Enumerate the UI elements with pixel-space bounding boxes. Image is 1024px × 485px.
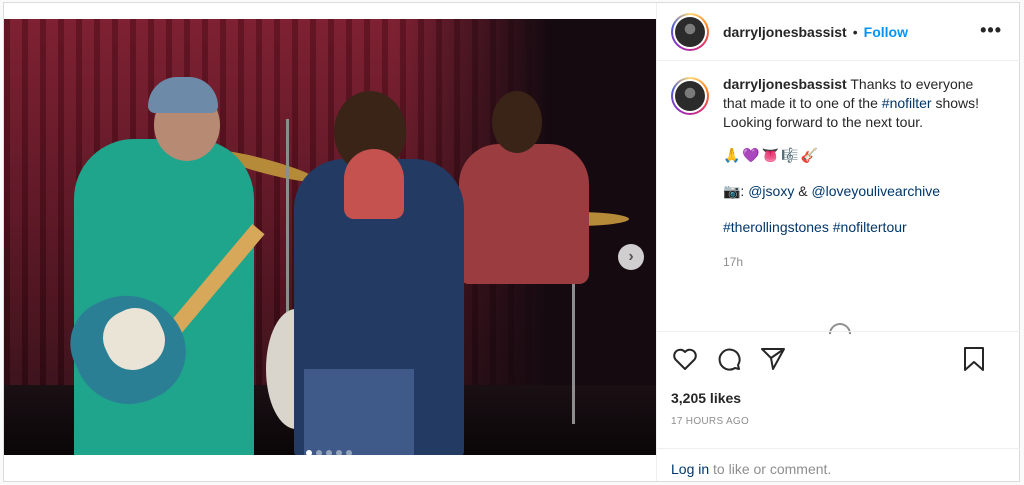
caption-timestamp: 17h xyxy=(723,255,744,269)
login-prompt: Log in to like or comment. xyxy=(657,448,1020,485)
caption-section: darryljonesbassist Thanks to everyone th… xyxy=(657,61,1020,350)
avatar[interactable] xyxy=(671,12,709,51)
camera-icon: 📷: xyxy=(723,183,749,199)
ampersand: & xyxy=(794,183,812,199)
share-icon xyxy=(761,348,785,370)
heart-icon xyxy=(673,348,697,370)
drummer-head xyxy=(492,91,542,153)
caption-text: darryljonesbassist Thanks to everyone th… xyxy=(723,75,993,272)
hashtag-link[interactable]: #nofiltertour xyxy=(833,219,907,235)
action-icons xyxy=(671,332,1006,386)
avatar-image xyxy=(675,16,705,47)
follow-button[interactable]: Follow xyxy=(864,24,908,40)
avatar-image xyxy=(675,81,705,111)
chevron-right-icon: › xyxy=(628,248,634,265)
post-photo[interactable]: › xyxy=(4,19,656,455)
carousel-dot xyxy=(306,450,312,455)
post-timestamp: 17 HOURS AGO xyxy=(671,416,750,427)
username-link[interactable]: darryljonesbassist xyxy=(723,24,847,40)
comment-icon xyxy=(718,348,741,371)
hashtag-link[interactable]: #nofilter xyxy=(882,95,932,111)
carousel-indicator xyxy=(306,450,352,455)
mention-link[interactable]: @jsoxy xyxy=(748,183,794,199)
drummer-figure xyxy=(459,144,589,284)
like-count[interactable]: 3,205 likes xyxy=(671,390,1006,406)
post-side-panel: darryljonesbassist • Follow ••• darryljo… xyxy=(656,3,1020,481)
share-button[interactable] xyxy=(759,345,787,373)
caption-row: darryljonesbassist Thanks to everyone th… xyxy=(671,75,1006,272)
bassist-scarf xyxy=(344,149,404,219)
bassist-jeans xyxy=(304,369,414,455)
more-options-icon[interactable]: ••• xyxy=(980,20,1002,41)
login-prompt-text: to like or comment. xyxy=(709,461,832,477)
like-button[interactable] xyxy=(671,345,699,373)
caption-username-link[interactable]: darryljonesbassist xyxy=(723,76,847,92)
separator-dot: • xyxy=(852,23,858,40)
instagram-post: › darryljonesbassist • Follow ••• darryl… xyxy=(3,2,1020,482)
guitarist-figure xyxy=(74,139,254,455)
carousel-next-button[interactable]: › xyxy=(618,244,644,270)
carousel-dot xyxy=(326,450,332,455)
carousel-dot xyxy=(346,450,352,455)
avatar[interactable] xyxy=(671,77,709,115)
carousel-dot xyxy=(316,450,322,455)
photo-credit: 📷: @jsoxy & @loveyoulivearchive xyxy=(723,182,993,201)
caption-emojis: 🙏💜👅🎼🎸 xyxy=(723,147,821,163)
post-actions: 3,205 likes 17 HOURS AGO Log in to like … xyxy=(657,331,1020,479)
carousel-dot xyxy=(336,450,342,455)
hashtag-line: #therollingstones #nofiltertour xyxy=(723,218,993,237)
comment-button[interactable] xyxy=(715,345,743,373)
hashtag-link[interactable]: #therollingstones xyxy=(723,219,829,235)
bookmark-icon xyxy=(964,347,984,371)
mention-link[interactable]: @loveyoulivearchive xyxy=(811,183,940,199)
login-link[interactable]: Log in xyxy=(671,461,709,477)
save-button[interactable] xyxy=(960,345,988,373)
post-header: darryljonesbassist • Follow ••• xyxy=(657,3,1020,61)
